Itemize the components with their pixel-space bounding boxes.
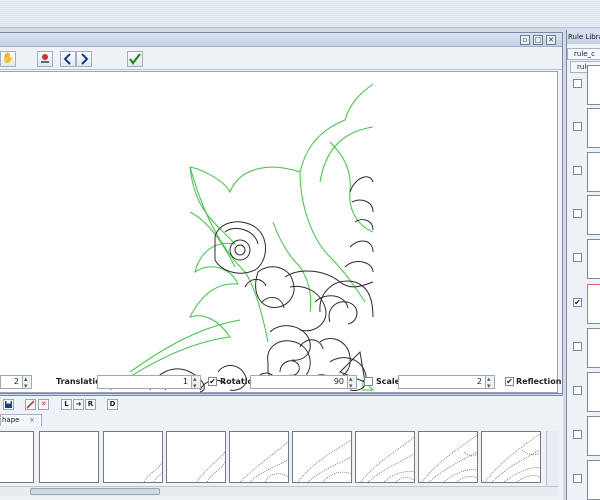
rule-preview[interactable] xyxy=(587,108,600,148)
rule-preview[interactable] xyxy=(587,328,600,368)
restore-icon[interactable]: ▫ xyxy=(520,35,530,45)
rotation-checkbox[interactable]: ✔ xyxy=(208,377,217,386)
rotation-spinner[interactable] xyxy=(347,373,356,392)
rule-checkbox[interactable] xyxy=(573,253,582,262)
rule-checkbox[interactable] xyxy=(573,342,582,351)
next-arrow-icon[interactable] xyxy=(76,51,92,67)
rule-preview[interactable] xyxy=(587,239,600,279)
reflection-label: Reflection xyxy=(516,377,562,386)
shape-thumbnail[interactable] xyxy=(39,431,99,483)
shape-thumbnail[interactable] xyxy=(418,431,478,483)
rule-preview[interactable] xyxy=(587,152,600,192)
first-value-field[interactable]: 2 xyxy=(0,373,32,392)
rule-checkbox[interactable] xyxy=(573,166,582,175)
save-icon[interactable] xyxy=(3,399,14,410)
design-canvas[interactable] xyxy=(0,71,558,393)
rule-preview[interactable] xyxy=(587,195,600,235)
shape-panel: ✕ L ➜ R D hape × xyxy=(0,395,563,500)
rule-preview[interactable] xyxy=(587,416,600,456)
shape-thumbnail[interactable] xyxy=(229,431,289,483)
design-toolbar: ✋ xyxy=(0,48,562,70)
app-top-strip xyxy=(0,0,600,28)
scale-spinner[interactable] xyxy=(485,373,494,392)
delete-x-icon[interactable]: ✕ xyxy=(38,399,49,410)
rule-item[interactable] xyxy=(567,239,600,279)
design-window-titlebar[interactable]: ▫ □ ✕ xyxy=(0,33,562,47)
rule-preview[interactable] xyxy=(587,284,600,324)
rule-item[interactable] xyxy=(567,460,600,500)
rule-item[interactable] xyxy=(567,152,600,192)
translation-field[interactable]: 1 xyxy=(97,373,201,392)
arrow-right-icon[interactable]: ➜ xyxy=(73,399,84,410)
rule-item[interactable] xyxy=(567,416,600,456)
edit-pencil-icon[interactable] xyxy=(25,399,36,410)
prev-arrow-icon[interactable] xyxy=(60,51,76,67)
shape-thumbnail[interactable] xyxy=(355,431,415,483)
left-button[interactable]: L xyxy=(61,399,72,410)
thumbnail-vertical-scrollbar[interactable] xyxy=(546,431,558,486)
maximize-icon[interactable]: □ xyxy=(533,35,543,45)
rule-preview[interactable] xyxy=(587,372,600,412)
rule-checkbox[interactable] xyxy=(573,209,582,218)
rule-checkbox[interactable] xyxy=(573,430,582,439)
shape-thumbnail[interactable] xyxy=(166,431,226,483)
apply-check-icon[interactable] xyxy=(127,51,143,67)
rotation-field[interactable]: 90 xyxy=(250,373,357,392)
rule-item[interactable] xyxy=(567,108,600,148)
tab-close-icon[interactable]: × xyxy=(29,415,35,426)
translation-spinner[interactable] xyxy=(191,373,200,392)
thumbnail-horizontal-scrollbar[interactable] xyxy=(0,486,558,496)
rule-checkbox[interactable] xyxy=(573,79,582,88)
pan-hand-icon[interactable]: ✋ xyxy=(0,51,16,67)
shape-thumbnail[interactable] xyxy=(292,431,352,483)
scale-field[interactable]: 2 xyxy=(398,373,495,392)
rule-item[interactable] xyxy=(567,65,600,105)
rule-preview[interactable] xyxy=(587,460,600,500)
right-button[interactable]: R xyxy=(85,399,96,410)
rule-item[interactable] xyxy=(567,195,600,235)
shape-thumbnail[interactable] xyxy=(103,431,164,483)
shape-thumbnail[interactable] xyxy=(481,431,541,483)
scrollbar-thumb[interactable] xyxy=(30,488,160,495)
shape-drawing xyxy=(109,83,375,393)
duplicate-button[interactable]: D xyxy=(107,399,118,410)
first-value-spinner[interactable] xyxy=(22,373,31,392)
tab-rule-c[interactable]: rule_c xyxy=(567,48,600,60)
rule-checkbox[interactable] xyxy=(573,474,582,483)
scale-label: Scale xyxy=(376,377,401,386)
shape-thumbnail[interactable] xyxy=(0,431,34,483)
reflection-checkbox[interactable]: ✔ xyxy=(505,377,514,386)
design-window: ▫ □ ✕ ✋ 2 ▴ ▾ Translation 1 ▴ ▾ ✔ Rotati… xyxy=(0,32,563,394)
rule-checkbox[interactable] xyxy=(573,122,582,131)
rule-checkbox[interactable] xyxy=(573,386,582,395)
scale-checkbox[interactable] xyxy=(364,377,373,386)
tab-shape[interactable]: hape × xyxy=(0,414,42,426)
rule-library-panel: Rule Libra rule_c rule_a ✔ xyxy=(566,30,600,500)
rule-library-title: Rule Libra xyxy=(567,30,600,44)
rule-item[interactable] xyxy=(567,372,600,412)
rule-preview[interactable] xyxy=(587,65,600,105)
close-icon[interactable]: ✕ xyxy=(546,35,556,45)
rule-item[interactable] xyxy=(567,328,600,368)
stamp-icon[interactable] xyxy=(37,51,53,67)
rule-item-selected[interactable]: ✔ xyxy=(567,284,600,324)
shape-thumbnail-strip xyxy=(0,431,545,486)
rule-checkbox[interactable]: ✔ xyxy=(573,298,582,307)
